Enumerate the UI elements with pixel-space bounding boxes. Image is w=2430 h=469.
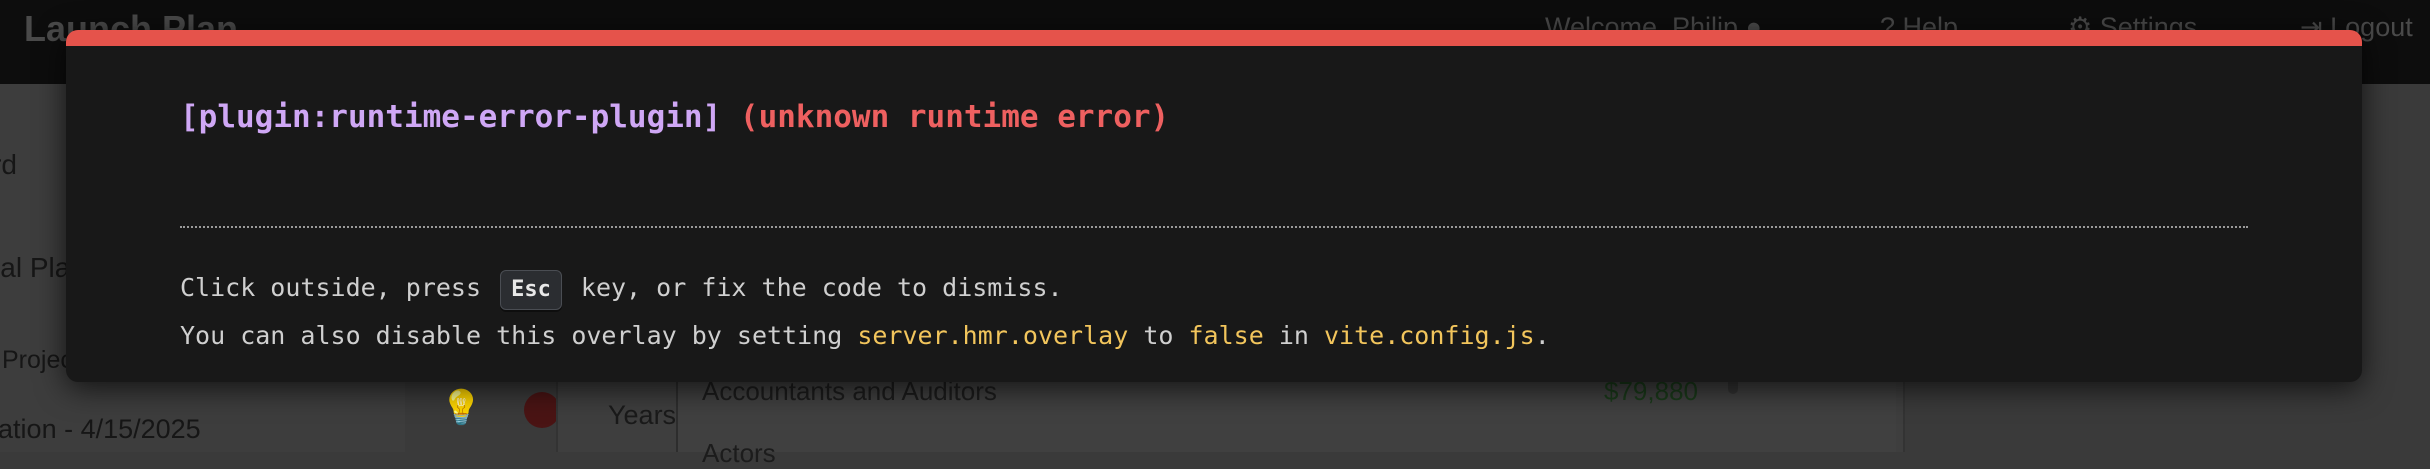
sidebar-item-label: Dashboard (0, 149, 17, 180)
tip-text: to (1143, 321, 1174, 350)
occupation-name: Actors (702, 438, 776, 468)
error-plugin-name: [plugin:runtime-error-plugin] (180, 99, 722, 135)
dismiss-tip: Click outside, press Esc key, or fix the… (180, 270, 1063, 310)
config-setting-code: server.hmr.overlay (857, 321, 1129, 350)
error-overlay[interactable]: [plugin:runtime-error-plugin] (unknown r… (66, 30, 2362, 382)
divider (180, 226, 2248, 228)
lightbulb-icon[interactable]: 💡 (440, 388, 482, 428)
list-item[interactable]: Actors (702, 438, 776, 469)
esc-key-badge: Esc (500, 270, 562, 310)
tip-text: . (1534, 321, 1550, 350)
sidebar-item-validation[interactable]: Validation - 4/15/2025 (0, 414, 201, 445)
tip-text: Click outside, press (180, 273, 482, 302)
tip-text: key, or fix the code to dismiss. (580, 273, 1063, 302)
error-title: [plugin:runtime-error-plugin] (unknown r… (180, 99, 1169, 135)
tip-text: You can also disable this overlay by set… (180, 321, 843, 350)
config-value-code: false (1188, 321, 1264, 350)
error-message: (unknown runtime error) (739, 99, 1170, 135)
sidebar-item-dashboard[interactable]: Dashboard (0, 149, 17, 181)
status-dot-icon (524, 392, 560, 428)
disable-overlay-tip: You can also disable this overlay by set… (180, 321, 1550, 350)
tip-text: in (1278, 321, 1309, 350)
years-label: Years (608, 400, 677, 430)
config-file-code: vite.config.js (1324, 321, 1535, 350)
sidebar-item-label: Validation - 4/15/2025 (0, 414, 201, 444)
